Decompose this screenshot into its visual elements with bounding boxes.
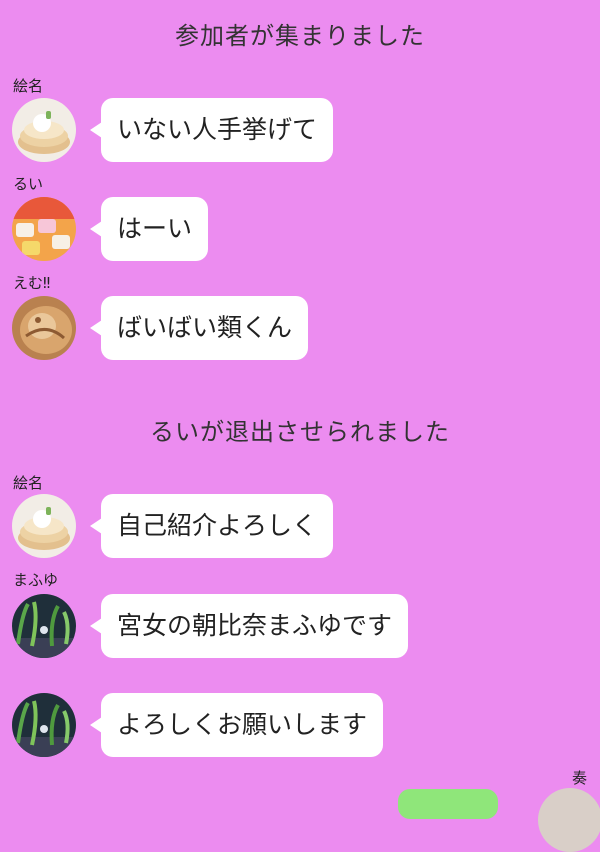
sender-name: えむ‼ — [13, 274, 51, 292]
aquarium-avatar[interactable] — [12, 594, 76, 658]
message-bubble[interactable]: いない人手挙げて — [89, 98, 334, 162]
pancake-avatar[interactable] — [12, 98, 76, 162]
pancake-avatar[interactable] — [12, 494, 76, 558]
sender-name: まふゆ — [13, 571, 59, 589]
message-bubble[interactable]: ばいばい類くん — [89, 296, 309, 360]
message-bubble[interactable]: はーい — [89, 197, 209, 261]
own-sender-name: 奏 — [571, 769, 587, 787]
sender-name: 絵名 — [13, 474, 44, 492]
sender-name: 絵名 — [13, 77, 44, 95]
sender-name: るい — [13, 175, 44, 193]
bread-avatar[interactable] — [12, 296, 76, 360]
message-bubble[interactable]: 自己紹介よろしく — [89, 494, 334, 558]
message-bubble[interactable]: よろしくお願いします — [89, 693, 384, 757]
aquarium-avatar[interactable] — [12, 693, 76, 757]
system-message-joined: 参加者が集まりました — [175, 22, 425, 50]
message-bubble[interactable]: 宮女の朝比奈まふゆです — [89, 594, 409, 658]
own-avatar[interactable] — [538, 788, 600, 852]
system-message-removed: るいが退出させられました — [150, 418, 450, 446]
sweets-avatar[interactable] — [12, 197, 76, 261]
outgoing-message-bubble[interactable] — [398, 789, 498, 819]
